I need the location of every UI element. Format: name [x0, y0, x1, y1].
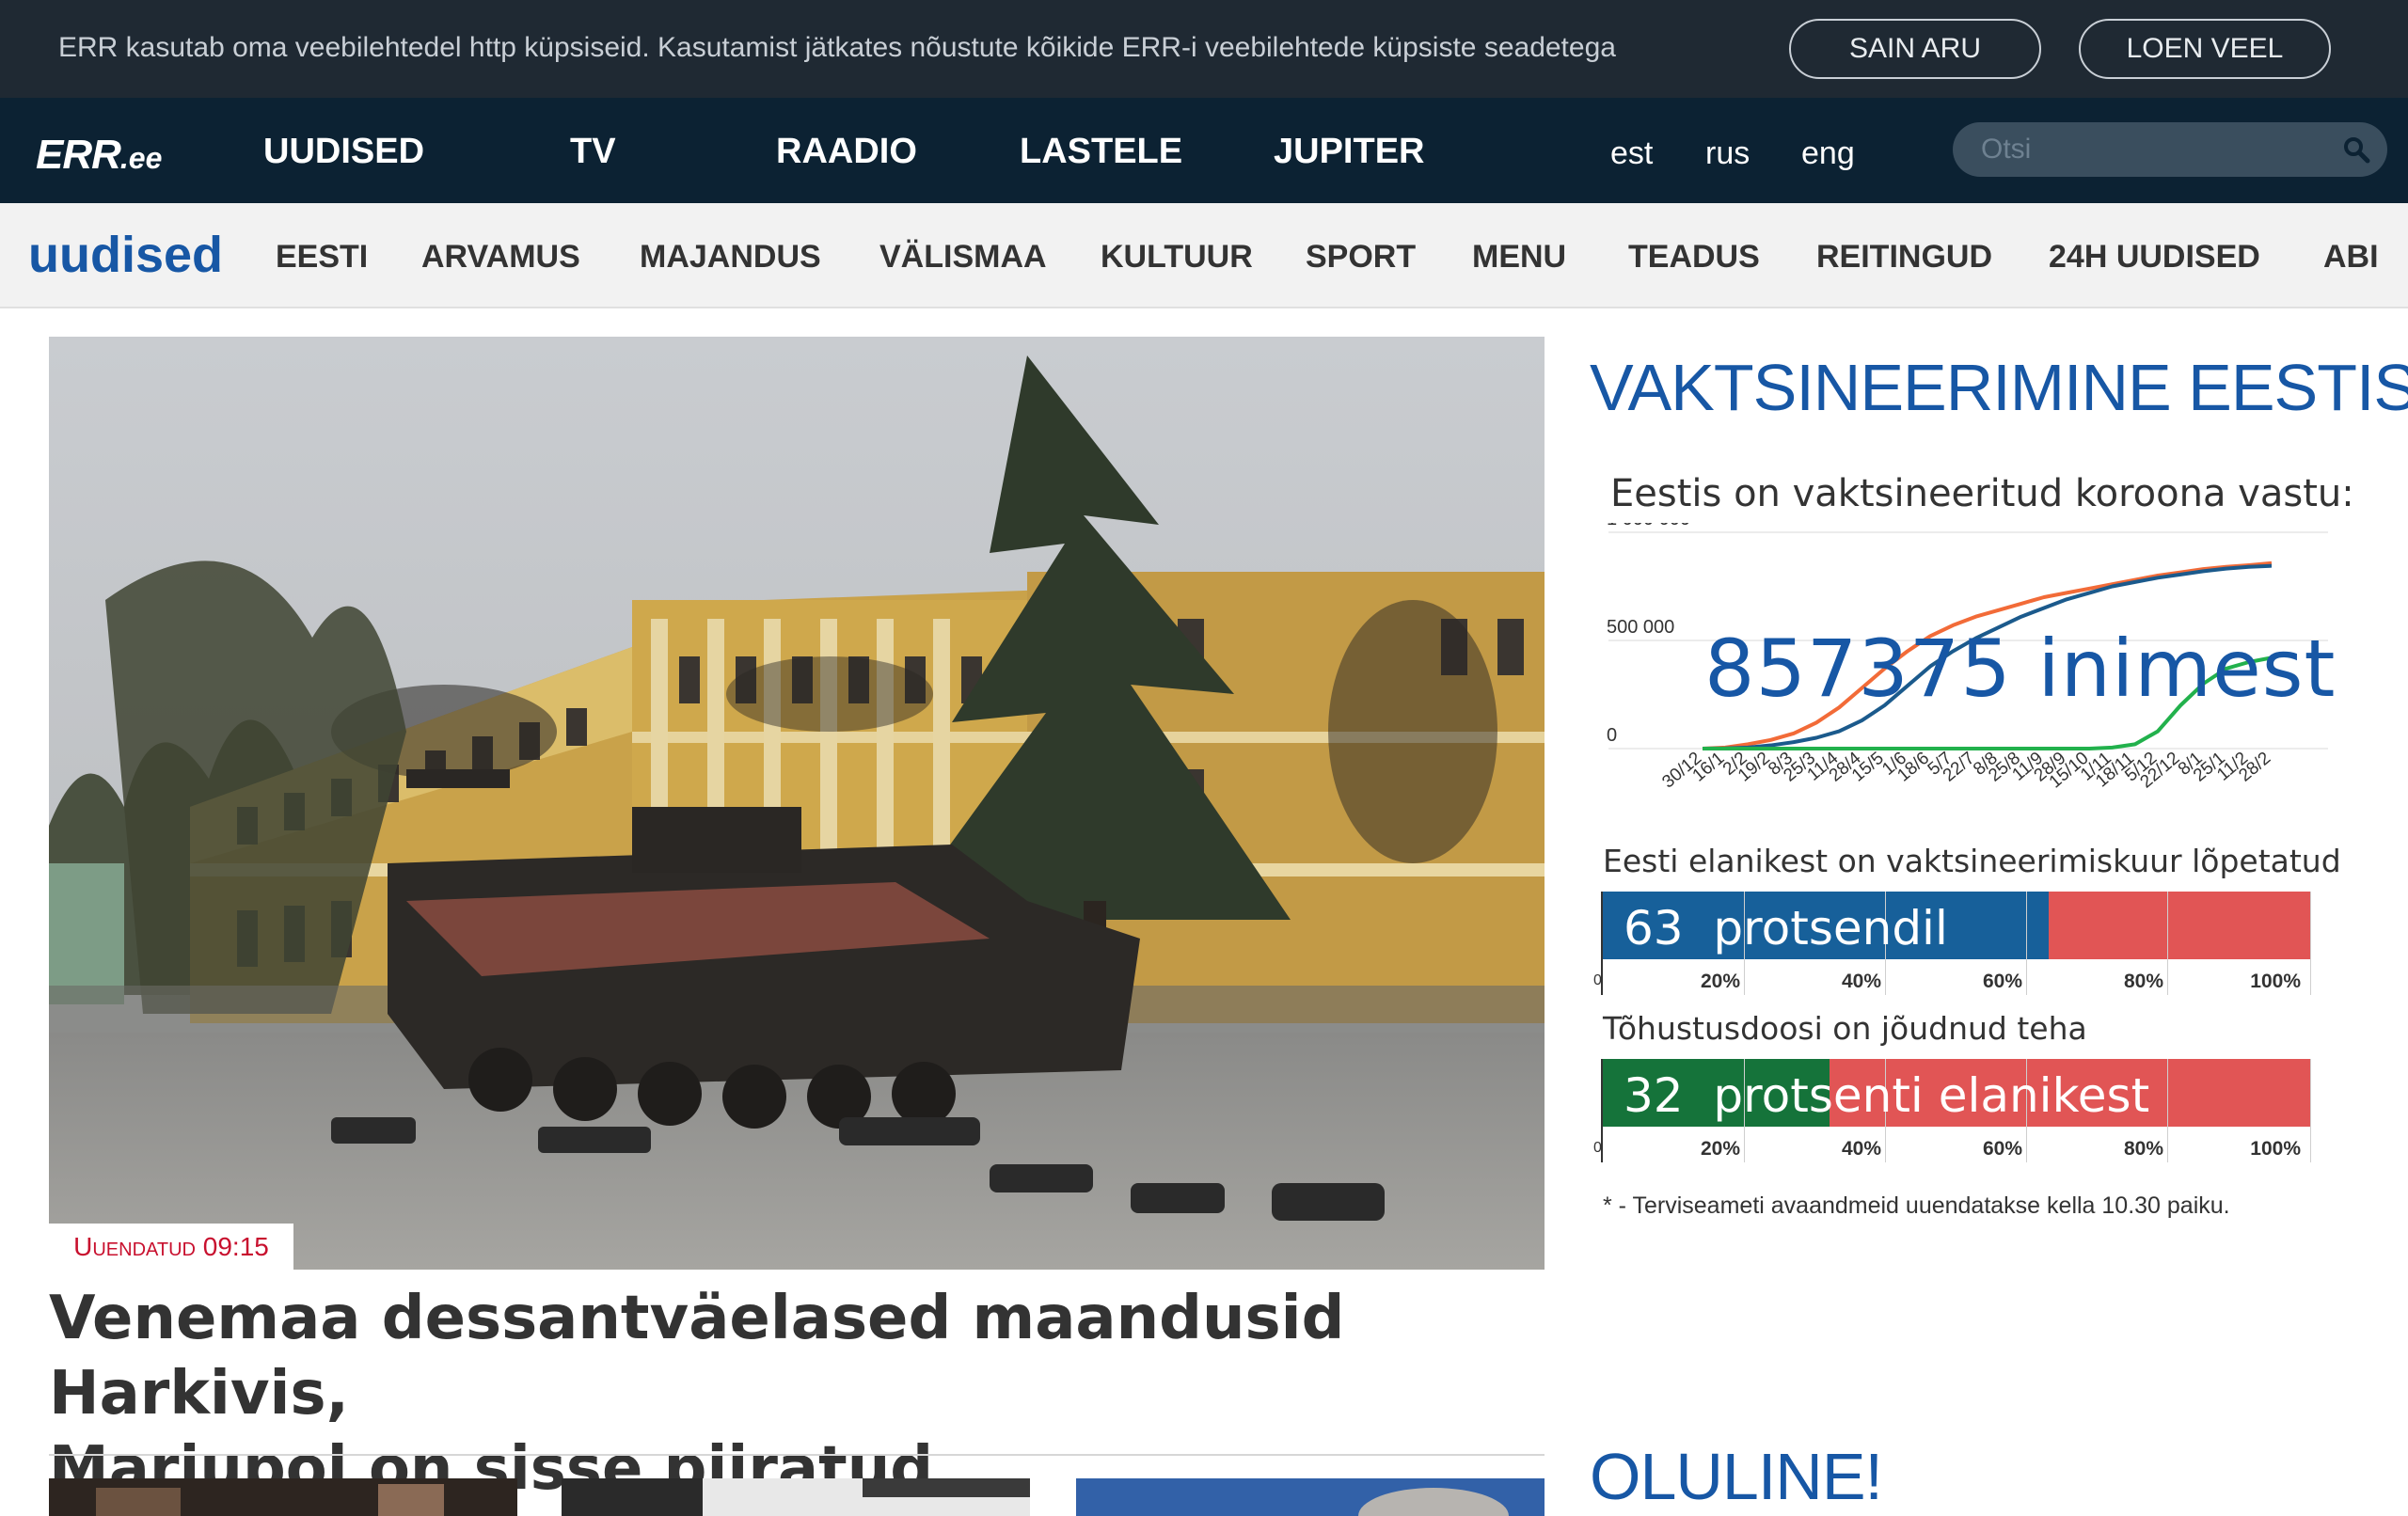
logo-err-text: ERR [36, 132, 121, 178]
language-est[interactable]: est [1610, 135, 1653, 172]
y-tick-label: 1 000 000 [1607, 523, 1690, 529]
topnav-item-tv[interactable]: TV [570, 132, 616, 172]
gridline [2310, 1059, 2311, 1162]
search-input[interactable] [1981, 130, 2320, 169]
completed-course-label: Eesti elanikest on vaktsineerimiskuur lõ… [1603, 843, 2341, 879]
language-rus[interactable]: rus [1705, 135, 1750, 172]
tick-label: 80% [2123, 971, 2163, 992]
tick-label: 20% [1700, 971, 1740, 992]
gridline [2026, 892, 2027, 995]
topnav-item-uudised[interactable]: UUDISED [263, 132, 424, 172]
vaccination-title: VAKTSINEERIMINE EESTIS [1590, 351, 2408, 424]
booster-value: 32 protsenti elanikest [1624, 1068, 2149, 1123]
data-footnote: * - Terviseameti avaandmeid uuendatakse … [1603, 1192, 2230, 1219]
y-tick-label: 0 [1607, 725, 1617, 746]
vaccination-subtitle: Eestis on vaktsineeritud koroona vastu: [1610, 472, 2354, 515]
tick-label: 0 [1593, 972, 1602, 988]
logo-ee-text: .ee [119, 141, 163, 175]
tick-label: 80% [2123, 1138, 2163, 1160]
top-navigation: ERR .ee UUDISED TV RAADIO LASTELE JUPITE… [0, 98, 2408, 203]
topnav-item-lastele[interactable]: LASTELE [1020, 132, 1182, 172]
section-item-24h-uudised[interactable]: 24H UUDISED [2049, 239, 2260, 276]
section-item-reitingud[interactable]: REITINGUD [1816, 239, 1992, 276]
hero-image[interactable] [49, 337, 1545, 1270]
bar-value-number: 63 [1624, 901, 1684, 955]
tick-label: 0 [1593, 1140, 1602, 1156]
cookie-text: ERR kasutab oma veebilehtedel http küpsi… [58, 32, 1616, 63]
section-item-teadus[interactable]: TEADUS [1628, 239, 1760, 276]
section-title-uudised[interactable]: uudised [28, 226, 223, 284]
y-tick-label: 500 000 [1607, 617, 1674, 638]
section-item-valismaa[interactable]: VÄLISMAA [879, 239, 1047, 276]
booster-label: Tõhustusdoosi on jõudnud teha [1603, 1010, 2087, 1047]
updated-badge: Uuendatud 09:15 [49, 1224, 293, 1270]
tick-label: 20% [1700, 1138, 1740, 1160]
article-headline[interactable]: Venemaa dessantväelased maandusid Harkiv… [49, 1281, 1545, 1507]
tick-label: 40% [1841, 1138, 1881, 1160]
completed-course-value: 63 protsendil [1624, 901, 1948, 955]
gridline [2167, 892, 2168, 995]
section-item-kultuur[interactable]: KULTUUR [1101, 239, 1253, 276]
thumbnail-image[interactable] [1076, 1478, 1545, 1516]
language-eng[interactable]: eng [1801, 135, 1855, 172]
topnav-item-raadio[interactable]: RAADIO [776, 132, 917, 172]
section-item-arvamus[interactable]: ARVAMUS [421, 239, 580, 276]
tick-label: 60% [1982, 971, 2022, 992]
thumbnail-image[interactable] [49, 1478, 517, 1516]
tick-label: 100% [2250, 971, 2301, 992]
bar-value-suffix: protsenti elanikest [1713, 1068, 2150, 1123]
thumbnail-image[interactable] [562, 1478, 1030, 1516]
bar-value-number: 32 [1624, 1068, 1684, 1123]
divider [49, 1454, 1545, 1456]
gridline [2167, 1059, 2168, 1162]
topnav-item-jupiter[interactable]: JUPITER [1274, 132, 1424, 172]
search-box [1953, 122, 2387, 177]
vaccinated-suffix: inimest [2037, 623, 2337, 715]
search-icon[interactable] [2342, 135, 2370, 164]
section-item-majandus[interactable]: MAJANDUS [640, 239, 821, 276]
important-section-title: OLULINE! [1590, 1440, 1883, 1513]
section-item-sport[interactable]: SPORT [1306, 239, 1416, 276]
err-logo[interactable]: ERR .ee [36, 132, 163, 178]
vaccinated-number: 857375 [1704, 623, 2012, 715]
completed-course-bar: 63 protsendil 0 20% 40% 60% 80% 100% [1593, 892, 2312, 995]
vaccinated-count: 857375 inimest [1704, 623, 2337, 715]
cookie-read-more-button[interactable]: LOEN VEEL [2079, 19, 2331, 79]
section-item-eesti[interactable]: EESTI [276, 239, 368, 276]
section-navigation: uudised EESTI ARVAMUS MAJANDUS VÄLISMAA … [0, 203, 2408, 308]
tick-label: 100% [2250, 1138, 2301, 1160]
headline-line-1: Venemaa dessantväelased maandusid Harkiv… [49, 1284, 1345, 1429]
cookie-accept-button[interactable]: SAIN ARU [1789, 19, 2041, 79]
section-item-abi[interactable]: ABI [2323, 239, 2379, 276]
gridline [2310, 892, 2311, 995]
tick-label: 60% [1982, 1138, 2022, 1160]
bar-value-suffix: protsendil [1713, 901, 1948, 955]
section-item-menu[interactable]: MENU [1472, 239, 1566, 276]
booster-bar: 32 protsenti elanikest 0 20% 40% 60% 80%… [1593, 1059, 2312, 1162]
tick-label: 40% [1841, 971, 1881, 992]
cookie-banner: ERR kasutab oma veebilehtedel http küpsi… [0, 0, 2408, 98]
